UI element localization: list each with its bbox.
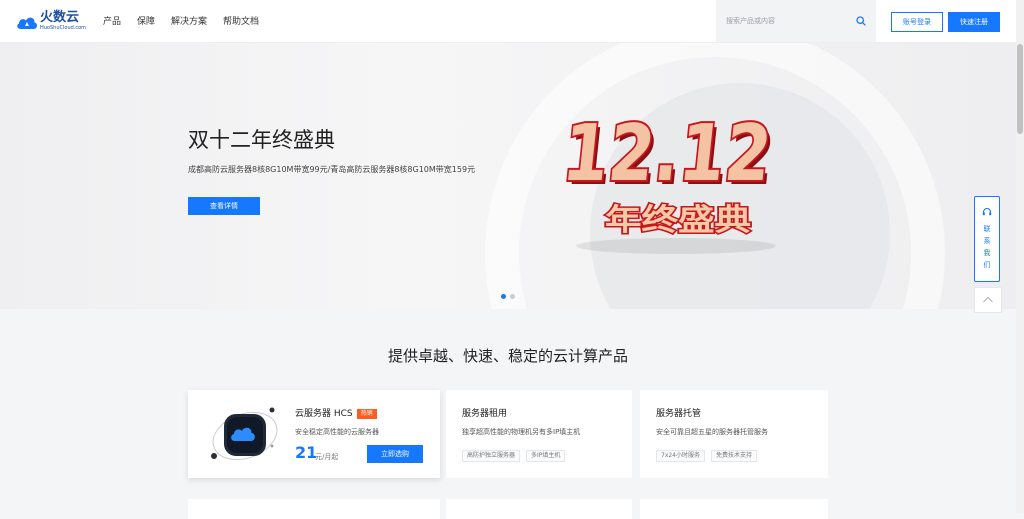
top-header: 火数云 HuoShuCloud.com 产品 保障 解决方案 帮助文档 账号登录… bbox=[0, 0, 1016, 43]
search-icon[interactable] bbox=[856, 16, 866, 26]
promo-1212-graphic: 12.12 12.12 年终盛典 bbox=[556, 106, 779, 254]
back-to-top-button[interactable] bbox=[974, 287, 1002, 313]
carousel-dot-2[interactable] bbox=[510, 294, 515, 299]
product-title: 服务器托管 bbox=[656, 409, 702, 419]
carousel-dot-1[interactable] bbox=[501, 294, 506, 299]
nav-item-solutions[interactable]: 解决方案 bbox=[171, 14, 207, 27]
contact-us-widget[interactable]: 联 系 我 们 bbox=[974, 196, 1000, 282]
nav-item-products[interactable]: 产品 bbox=[103, 14, 121, 27]
banner-subtitle: 成都高防云服务器8核8G10M带宽99元/青岛高防云服务器8核8G10M带宽15… bbox=[188, 165, 476, 174]
section-title: 提供卓越、快速、稳定的云计算产品 bbox=[387, 347, 628, 365]
logo-text: 火数云 bbox=[40, 10, 80, 25]
nav-item-docs[interactable]: 帮助文档 bbox=[223, 14, 259, 27]
product-tag: 高防护独立服务器 bbox=[462, 450, 521, 462]
product-title: 云服务器 HCS bbox=[295, 409, 353, 419]
contact-char: 联 bbox=[983, 225, 991, 233]
cloud-server-icon bbox=[211, 407, 278, 461]
contact-char: 我 bbox=[983, 249, 991, 257]
product-card-next[interactable] bbox=[640, 499, 828, 519]
product-tags: 7x24小时服务 免费技术支持 bbox=[656, 450, 758, 462]
search-input[interactable] bbox=[726, 14, 846, 28]
product-title: 服务器租用 bbox=[462, 409, 508, 419]
product-desc: 安全稳定高性能的云服务器 bbox=[295, 428, 379, 436]
promo-banner[interactable]: 双十二年终盛典 成都高防云服务器8核8G10M带宽99元/青岛高防云服务器8核8… bbox=[0, 43, 1016, 309]
product-name: 云服务器 HCS 热销 bbox=[295, 406, 377, 419]
carousel-indicators bbox=[501, 294, 515, 299]
register-button[interactable]: 快速注册 bbox=[948, 12, 1000, 32]
product-tag: 免费技术支持 bbox=[711, 450, 758, 462]
buy-now-button[interactable]: 立即选购 bbox=[367, 445, 423, 463]
chevron-up-icon bbox=[983, 296, 993, 303]
cloud-logo-icon bbox=[17, 17, 38, 29]
product-tags: 高防护独立服务器 多IP填主机 bbox=[462, 450, 566, 462]
contact-us-label: 联 系 我 们 bbox=[975, 223, 999, 271]
product-desc: 独享超高性能的物理机另有多IP填主机 bbox=[462, 428, 581, 436]
banner-title: 双十二年终盛典 bbox=[188, 128, 335, 152]
product-card-server-hosting[interactable]: 服务器托管 安全可靠且超五星的服务器托管服务 7x24小时服务 免费技术支持 bbox=[640, 390, 828, 478]
product-tag: 多IP填主机 bbox=[526, 450, 566, 462]
page-scrollbar[interactable] bbox=[1016, 0, 1024, 513]
search-box bbox=[716, 0, 876, 42]
hot-badge: 热销 bbox=[356, 408, 377, 419]
product-card-next[interactable] bbox=[446, 499, 632, 519]
login-button[interactable]: 账号登录 bbox=[891, 12, 943, 32]
product-card-server-rental[interactable]: 服务器租用 独享超高性能的物理机另有多IP填主机 高防护独立服务器 多IP填主机 bbox=[446, 390, 632, 478]
main-nav: 产品 保障 解决方案 帮助文档 bbox=[103, 14, 259, 27]
brand-logo[interactable]: 火数云 HuoShuCloud.com bbox=[16, 11, 86, 33]
product-tag: 7x24小时服务 bbox=[656, 450, 706, 462]
product-card-next[interactable] bbox=[188, 499, 440, 519]
nav-item-guarantee[interactable]: 保障 bbox=[137, 14, 155, 27]
promo-number-face: 12.12 bbox=[558, 108, 776, 199]
contact-char: 系 bbox=[983, 237, 991, 245]
contact-char: 们 bbox=[983, 261, 991, 269]
view-details-button[interactable]: 查看详情 bbox=[188, 197, 260, 215]
logo-domain: HuoShuCloud.com bbox=[40, 25, 87, 31]
promo-slogan: 年终盛典 bbox=[605, 203, 751, 238]
price-unit: 元/月起 bbox=[315, 453, 339, 461]
scrollbar-thumb[interactable] bbox=[1017, 44, 1023, 134]
price-value: 21 bbox=[295, 443, 318, 462]
headset-icon bbox=[982, 207, 992, 216]
product-desc: 安全可靠且超五星的服务器托管服务 bbox=[656, 428, 768, 436]
product-card-hcs[interactable]: 云服务器 HCS 热销 安全稳定高性能的云服务器 21 元/月起 立即选购 bbox=[188, 390, 440, 478]
